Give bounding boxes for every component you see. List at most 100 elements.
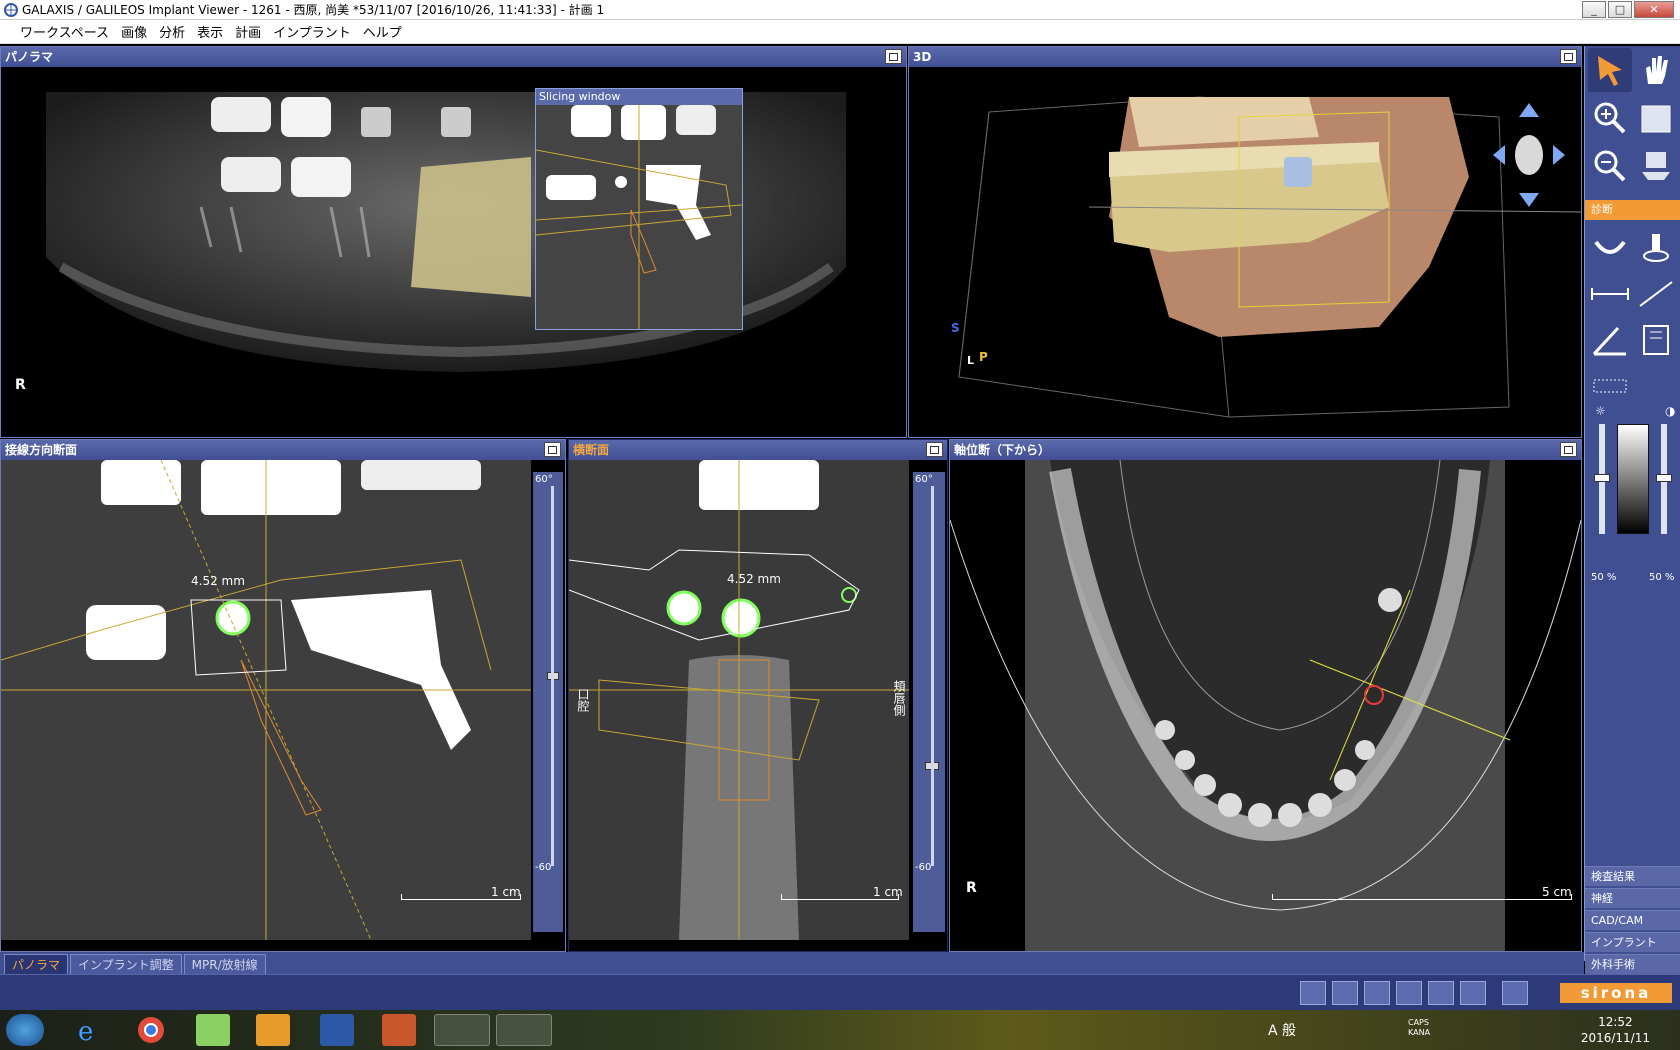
view-tool-4-icon[interactable] <box>1396 981 1422 1005</box>
cross-section-panel[interactable]: 横断面 4.52 mm 口腔 頬唇側 1 cm 60° -60 <box>568 439 948 952</box>
tab-panorama[interactable]: パノラマ <box>4 954 69 974</box>
chrome-icon[interactable] <box>134 1014 168 1046</box>
slicing-window[interactable]: Slicing window <box>535 88 743 330</box>
menu-help[interactable]: ヘルプ <box>357 22 408 41</box>
gray-ramp <box>1617 424 1649 534</box>
layer-view-icon[interactable] <box>1634 96 1678 140</box>
tab-cadcam[interactable]: CAD/CAM <box>1585 910 1680 930</box>
ie-icon[interactable]: e <box>70 1014 104 1047</box>
document-icon[interactable] <box>382 1014 416 1046</box>
menu-implant[interactable]: インプラント <box>267 22 357 41</box>
panel-title: パノラマ <box>1 47 906 67</box>
menu-plan[interactable]: 計画 <box>229 22 267 41</box>
restore-button[interactable]: □ <box>1608 1 1632 18</box>
brightness-value: 50 % <box>1591 572 1617 583</box>
app-logo-icon <box>4 2 18 17</box>
orientation-marker: R <box>15 377 26 393</box>
maximize-panel-icon[interactable] <box>885 49 902 64</box>
tooth-tool-icon[interactable] <box>1634 226 1678 270</box>
tab-nerve[interactable]: 神経 <box>1585 888 1680 908</box>
contrast-slider[interactable] <box>1656 424 1672 534</box>
kana-indicator: KANA <box>1408 1028 1431 1037</box>
zoom-out-icon[interactable] <box>1588 144 1632 188</box>
contrast-icon: ◑ <box>1665 404 1676 418</box>
maximize-panel-icon[interactable] <box>926 442 943 457</box>
axial-panel[interactable]: 軸位断（下から） R 5 cm <box>949 439 1582 952</box>
panel-title: 横断面 <box>569 440 947 460</box>
tab-implant-adjust[interactable]: インプラント調整 <box>70 954 182 974</box>
diagnosis-section[interactable]: 診断 <box>1585 200 1680 220</box>
3d-render[interactable]: S L P <box>909 67 1581 437</box>
menu-view[interactable]: 表示 <box>191 22 229 41</box>
ime-app-icon[interactable] <box>196 1014 230 1046</box>
pointer-tool-icon[interactable] <box>1588 48 1632 92</box>
hand-pan-icon[interactable] <box>1634 48 1678 92</box>
view-tool-3-icon[interactable] <box>1364 981 1390 1005</box>
view-tool-5-icon[interactable] <box>1428 981 1454 1005</box>
buccal-label: 頬唇側 <box>892 680 906 716</box>
cross-section-image[interactable]: 4.52 mm 口腔 頬唇側 1 cm 60° -60 <box>569 460 947 951</box>
tooth-app-icon[interactable] <box>434 1014 490 1046</box>
3d-panel[interactable]: 3D S L P <box>908 46 1582 438</box>
orientation-head-icon[interactable] <box>1493 103 1565 207</box>
view-tool-6-icon[interactable] <box>1460 981 1486 1005</box>
tab-mpr[interactable]: MPR/放射線 <box>183 954 266 974</box>
lingual-label: 口腔 <box>576 688 590 712</box>
clock-time: 12:52 <box>1598 1015 1633 1029</box>
fit-view-icon[interactable] <box>1634 144 1678 188</box>
media-icon[interactable] <box>256 1014 290 1046</box>
right-toolbar: 診断 ☼ ◑ 50 % 50 % 検査結果 神経 CAD/CAM インプラント … <box>1584 46 1680 974</box>
slider-top-label: 60° <box>535 474 553 485</box>
status-row: sirona <box>0 974 1680 1010</box>
minimize-button[interactable]: _ <box>1582 1 1606 18</box>
view-tool-2-icon[interactable] <box>1332 981 1358 1005</box>
tangential-panel[interactable]: 接線方向断面 4.52 mm 1 cm 60° -60 <box>0 439 566 952</box>
angle-measure-icon[interactable] <box>1588 318 1632 362</box>
panel-title: 3D <box>909 47 1581 67</box>
view-tool-1-icon[interactable] <box>1300 981 1326 1005</box>
axis-p-label: P <box>979 350 988 364</box>
menu-bar: ワークスペース 画像 分析 表示 計画 インプラント ヘルプ <box>0 20 1680 44</box>
measurement-label: 4.52 mm <box>191 574 245 588</box>
diagonal-measure-icon[interactable] <box>1634 272 1678 316</box>
zoom-in-icon[interactable] <box>1588 96 1632 140</box>
contrast-value: 50 % <box>1649 572 1675 583</box>
axis-s-label: S <box>951 321 960 335</box>
ime-indicator[interactable]: A 般 <box>1268 1020 1296 1040</box>
panel-title: 接線方向断面 <box>1 440 565 460</box>
slider-bottom-label: -60 <box>535 862 552 873</box>
slicing-window-title: Slicing window <box>536 89 742 105</box>
panorama-image[interactable]: R Slicing window <box>1 67 906 437</box>
menu-image[interactable]: 画像 <box>115 22 153 41</box>
tab-surgery[interactable]: 外科手術 <box>1585 954 1680 974</box>
tab-implant[interactable]: インプラント <box>1585 932 1680 952</box>
angle-slider[interactable]: 60° -60 <box>533 472 563 932</box>
scale-bar <box>401 894 521 900</box>
tangential-image[interactable]: 4.52 mm 1 cm 60° -60 <box>1 460 565 951</box>
view-tool-7-icon[interactable] <box>1502 981 1528 1005</box>
angle-slider[interactable]: 60° -60 <box>913 472 945 932</box>
measurement-label: 4.52 mm <box>727 572 781 586</box>
ruler-grid-icon[interactable] <box>1588 364 1632 408</box>
print-icon[interactable] <box>1634 318 1678 362</box>
brightness-slider[interactable] <box>1594 424 1610 534</box>
close-button[interactable]: ✕ <box>1634 1 1674 18</box>
panorama-panel[interactable]: パノラマ R Slicing window <box>0 46 907 438</box>
start-button-icon[interactable] <box>6 1014 44 1046</box>
menu-workspace[interactable]: ワークスペース <box>14 22 115 41</box>
arch-tool-icon[interactable] <box>1588 226 1632 270</box>
maximize-panel-icon[interactable] <box>1560 49 1577 64</box>
menu-analysis[interactable]: 分析 <box>153 22 191 41</box>
galaxis-app-icon[interactable] <box>496 1014 552 1046</box>
clock[interactable]: 12:52 2016/11/11 <box>1581 1014 1650 1046</box>
maximize-panel-icon[interactable] <box>1560 442 1577 457</box>
sirona-logo: sirona <box>1560 983 1672 1003</box>
distance-measure-icon[interactable] <box>1588 272 1632 316</box>
axial-image[interactable]: R 5 cm <box>950 460 1581 951</box>
word-icon[interactable] <box>320 1014 354 1046</box>
tab-findings[interactable]: 検査結果 <box>1585 866 1680 886</box>
panel-title: 軸位断（下から） <box>950 440 1581 460</box>
brightness-icon: ☼ <box>1595 404 1606 418</box>
maximize-panel-icon[interactable] <box>544 442 561 457</box>
axis-l-label: L <box>967 354 975 367</box>
